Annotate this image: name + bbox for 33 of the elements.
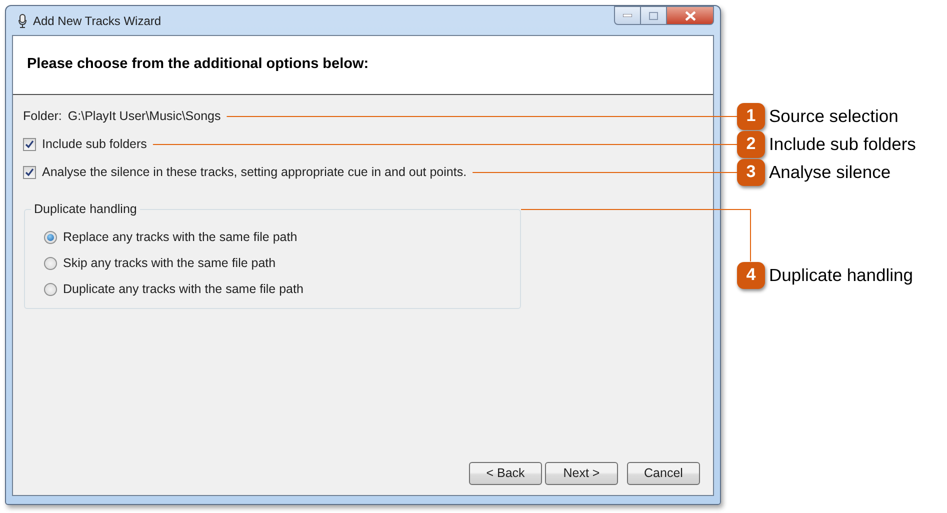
close-icon (684, 10, 696, 20)
radio-label: Duplicate any tracks with the same file path (63, 280, 304, 298)
wizard-button[interactable]: Next > (545, 462, 618, 485)
folder-path: G:\PlayIt User\Music\Songs (68, 108, 221, 125)
maximize-button[interactable] (641, 6, 667, 25)
minimize-button[interactable] (614, 6, 641, 25)
callout-label: Duplicate handling (769, 264, 913, 287)
folder-label: Folder: (23, 108, 62, 125)
close-button[interactable] (667, 6, 714, 25)
minimize-icon (623, 14, 632, 17)
callout-label: Analyse silence (769, 160, 891, 184)
number-badge: 4 (737, 262, 765, 288)
radio-button[interactable] (44, 282, 57, 296)
group-title: Duplicate handling (31, 202, 140, 217)
number-badge: 3 (737, 158, 765, 186)
window-title: Add New Tracks Wizard (33, 12, 162, 30)
checkbox[interactable] (23, 166, 36, 178)
callout-label: Source selection (769, 104, 898, 128)
checkbox-label: Include sub folders (42, 136, 147, 153)
checkbox[interactable] (23, 138, 36, 150)
wizard-button[interactable]: Cancel (627, 462, 700, 485)
callout-label: Include sub folders (769, 132, 916, 156)
number-badge: 1 (737, 102, 765, 130)
checkbox-label: Analyse the silence in these tracks, setting appropriate cue in and out points. (42, 164, 467, 181)
radio-label: Replace any tracks with the same file path (63, 228, 298, 246)
radio-button[interactable] (44, 256, 57, 270)
microphone-icon (18, 14, 27, 28)
header-title: Please choose from the additional options below: (27, 55, 369, 74)
radio-label: Skip any tracks with the same file path (63, 254, 276, 272)
wizard-button[interactable]: < Back (469, 462, 542, 485)
number-badge: 2 (737, 130, 765, 158)
radio-button[interactable] (44, 230, 57, 244)
maximize-icon (649, 12, 658, 20)
